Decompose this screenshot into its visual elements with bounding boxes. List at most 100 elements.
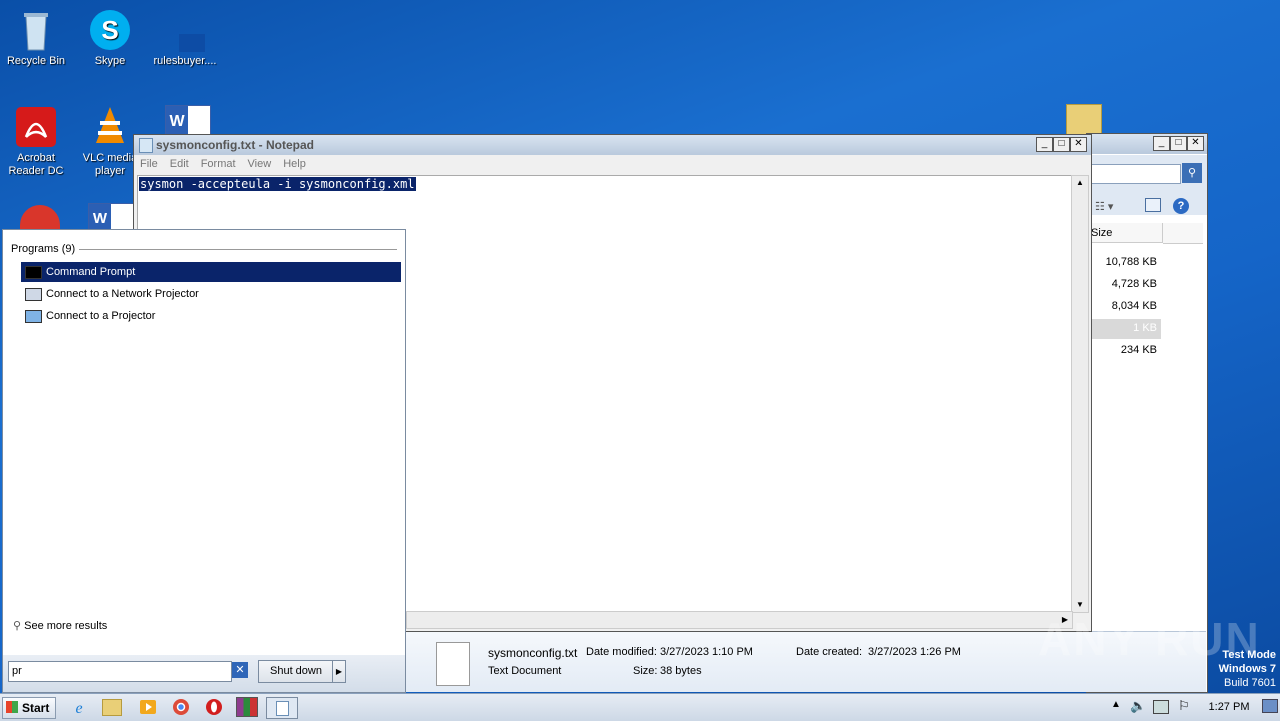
search-box[interactable]: pr [8,661,232,682]
close-button[interactable]: ✕ [1187,136,1204,151]
program-connect-network-projector[interactable]: Connect to a Network Projector [21,284,401,304]
projector-icon [25,309,42,323]
windows-logo-icon [6,701,18,713]
network-projector-icon [25,287,42,301]
details-size-value: 38 bytes [660,665,702,677]
winrar-icon[interactable] [236,697,258,717]
file-size-cell: 4,728 KB [1111,278,1157,290]
details-filename: sysmonconfig.txt [488,646,578,660]
svg-text:S: S [101,15,118,45]
file-icon [163,8,207,52]
start-label: Start [22,701,50,715]
test-mode-line: Test Mode [1222,649,1276,661]
scroll-down-arrow[interactable]: ▼ [1072,598,1088,612]
file-size-cell: 1 KB [1133,322,1157,334]
program-connect-projector[interactable]: Connect to a Projector [21,306,401,326]
help-icon[interactable]: ? [1173,198,1189,214]
notepad-icon [276,701,289,716]
minimize-button[interactable]: _ [1153,136,1170,151]
text-document-icon [436,642,470,686]
vertical-scrollbar[interactable]: ▲ ▼ [1071,175,1089,613]
desktop-icon-label: Recycle Bin [6,55,66,67]
command-prompt-icon [25,265,42,279]
search-input[interactable]: pr [12,665,22,677]
notepad-titlebar[interactable]: sysmonconfig.txt - Notepad [134,135,1091,155]
action-center-flag-icon[interactable]: ⚐ [1178,698,1190,714]
acrobat-icon [14,105,58,149]
desktop-icon-acrobat[interactable]: Acrobat Reader DC [1,105,71,178]
notepad-app-icon [139,138,153,153]
word-icon[interactable]: W [165,105,211,135]
close-button[interactable]: ✕ [1070,137,1087,152]
internet-explorer-icon[interactable]: e [68,697,90,717]
details-modified-label: Date modified: [586,646,657,658]
chrome-icon[interactable] [170,697,192,717]
program-label: Command Prompt [46,266,136,278]
browser-icon[interactable] [20,205,60,229]
minimize-button[interactable]: _ [1036,137,1053,152]
windows-version-line: Windows 7 [1218,663,1276,675]
svg-text:W: W [93,210,108,227]
desktop-icon-recycle-bin[interactable]: Recycle Bin [1,8,71,68]
scroll-up-arrow[interactable]: ▲ [1072,176,1088,190]
media-player-icon[interactable] [137,697,159,717]
file-size-cell: 234 KB [1120,344,1157,356]
folder-icon[interactable] [1066,104,1102,136]
word-icon[interactable]: W [88,203,134,231]
desktop-icon-label: Acrobat Reader DC [8,152,64,177]
explorer-window[interactable]: _ □ ✕ ⚲ ☷ ▾ ? Size 10,788 KB 4,728 KB 8,… [1086,133,1208,693]
taskbar: Start e ▲ 🔈 ⚐ 1:27 PM [0,693,1280,721]
desktop-icon-label: Skype [94,55,126,67]
menu-view[interactable]: View [242,156,278,172]
maximize-button[interactable]: □ [1170,136,1187,151]
svg-text:W: W [169,113,185,130]
see-more-results[interactable]: ⚲ See more results [13,619,107,632]
file-size-cell: 10,788 KB [1105,256,1157,268]
group-divider [79,249,397,250]
network-icon[interactable] [1153,700,1169,714]
desktop-icon-skype[interactable]: S Skype [75,8,145,68]
file-explorer-icon[interactable] [102,699,122,716]
shutdown-options-arrow[interactable]: ▶ [332,660,346,683]
search-input[interactable] [1091,164,1181,184]
build-line: Build 7601 [1224,677,1276,689]
skype-icon: S [88,8,132,52]
selected-text: sysmon -accepteula -i sysmonconfig.xml [139,177,416,191]
magnifier-icon: ⚲ [13,620,22,632]
horizontal-scrollbar[interactable]: ▶ [406,611,1073,629]
show-hidden-icons-arrow[interactable]: ▲ [1111,699,1121,710]
system-clock[interactable]: 1:27 PM [1200,701,1258,713]
view-options-icon[interactable]: ☷ ▾ [1095,200,1113,213]
start-button[interactable]: Start [2,697,56,719]
volume-icon[interactable]: 🔈 [1130,698,1146,714]
program-label: Connect to a Network Projector [46,288,199,300]
preview-pane-icon[interactable] [1145,198,1161,212]
menu-edit[interactable]: Edit [164,156,195,172]
start-menu: Programs (9) Command Prompt Connect to a… [2,229,406,693]
column-header-size[interactable]: Size [1087,223,1163,243]
shutdown-button[interactable]: Shut down [258,660,334,683]
menu-help[interactable]: Help [277,156,312,172]
details-created-label: Date created: [796,646,863,658]
vlc-icon [88,105,132,149]
see-more-label: See more results [24,620,108,632]
menu-format[interactable]: Format [195,156,242,172]
details-modified-value: 3/27/2023 1:10 PM [660,646,753,658]
show-desktop-button[interactable] [1262,699,1278,713]
desktop-icon-rulesbuyer[interactable]: rulesbuyer.... [150,8,220,68]
program-label: Connect to a Projector [46,310,156,322]
window-title: sysmonconfig.txt - Notepad [156,138,315,152]
menu-file[interactable]: File [134,156,164,172]
svg-text:e: e [75,700,82,717]
details-type: Text Document [488,665,562,677]
test-mode-text: Test Mode Windows 7 Build 7601 [1200,648,1276,690]
clear-search-button[interactable]: ✕ [232,662,248,678]
notepad-taskbar-button[interactable] [266,697,298,719]
programs-group-label: Programs (9) [11,243,76,255]
search-icon[interactable]: ⚲ [1182,163,1202,183]
maximize-button[interactable]: □ [1053,137,1070,152]
program-command-prompt[interactable]: Command Prompt [21,262,401,282]
recycle-bin-icon [14,8,58,52]
opera-icon[interactable] [203,697,225,717]
file-size-cell: 8,034 KB [1111,300,1157,312]
